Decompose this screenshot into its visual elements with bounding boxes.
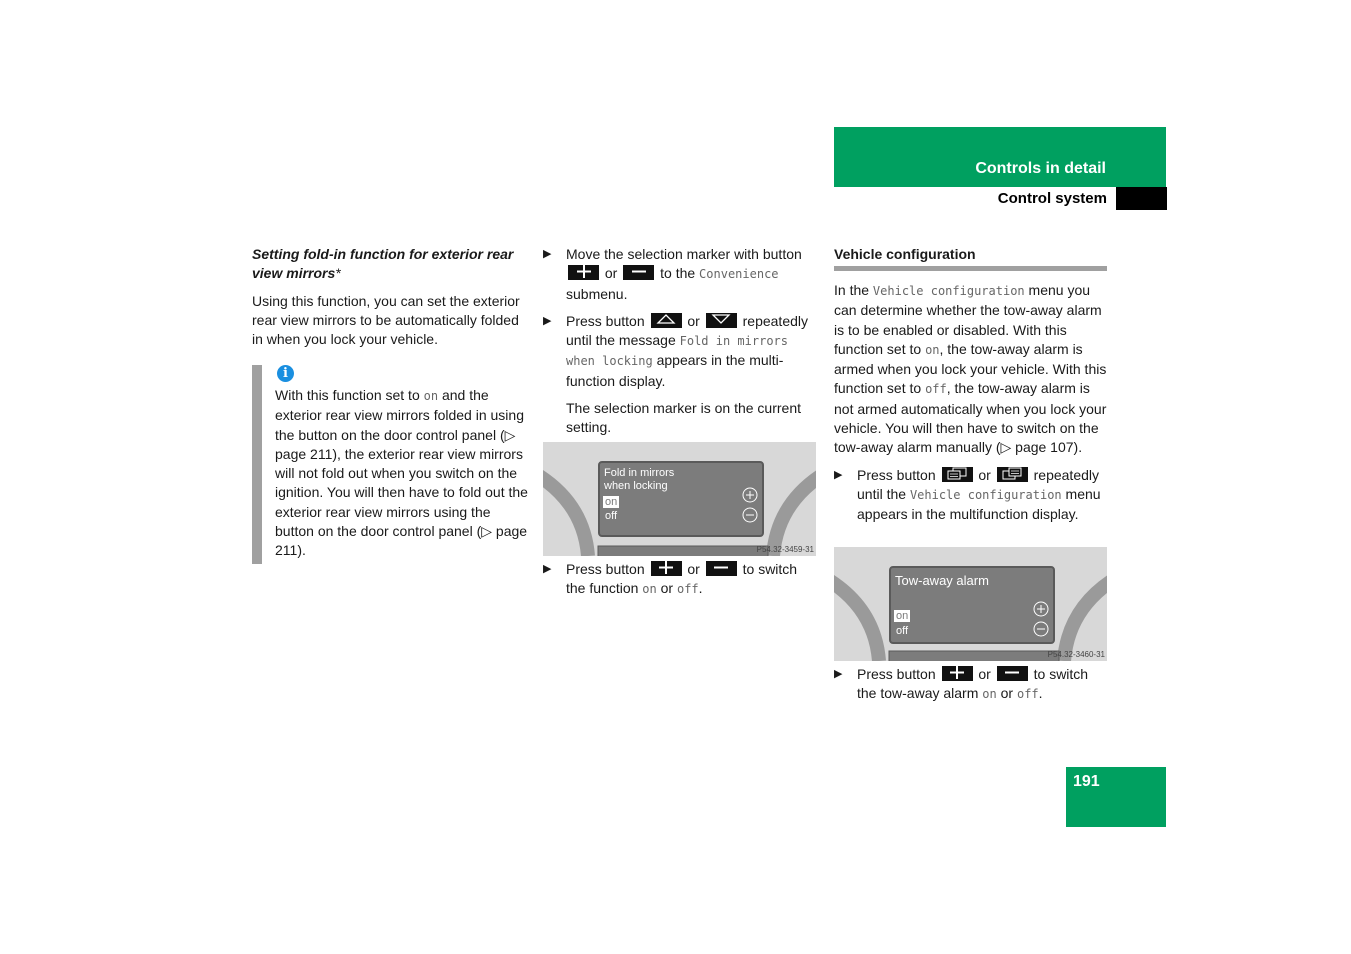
subsection-marker <box>1116 187 1167 210</box>
vehicle-config-paragraph: In the Vehicle configuration menu you ca… <box>834 282 1107 456</box>
left-column: Setting fold-in function for exterior re… <box>252 245 527 349</box>
down-button-icon <box>705 312 737 328</box>
subsection-title: Control system <box>997 190 1107 207</box>
display-line1: Fold in mirrors <box>604 467 675 479</box>
middle-step3: ▶ Press button or to switch the function… <box>543 560 816 600</box>
display-screen: Fold in mirrors when locking on off <box>598 461 764 537</box>
plus-minus-icons <box>1033 601 1049 637</box>
fold-in-heading: Setting fold-in function for exterior re… <box>252 246 514 282</box>
right-step2: ▶ Press button or to switch the tow-away… <box>834 665 1107 705</box>
figure-code: P54.32-3460-31 <box>1047 650 1105 659</box>
step-move-marker: ▶ Move the selection marker with button … <box>543 246 802 302</box>
step-press-updown: ▶ Press button or repeatedly until the m… <box>543 312 809 389</box>
minus-button-icon <box>996 666 1028 681</box>
option-off: off <box>605 510 618 522</box>
minus-button-icon <box>705 561 737 576</box>
display-forward-button-icon <box>996 466 1028 482</box>
step-press-display: ▶ Press button or repeatedly until the V… <box>834 466 1101 523</box>
info-note: i With this function set to on and the e… <box>252 365 528 564</box>
display-title: Tow-away alarm <box>895 573 989 588</box>
page-number: 191 <box>1073 773 1100 790</box>
figure-code: P54.32-3459-31 <box>756 545 814 554</box>
fold-in-intro: Using this function, you can set the ext… <box>252 292 520 348</box>
display-back-button-icon <box>941 466 973 482</box>
page-number-box: 191 <box>1066 767 1166 827</box>
option-on-selected: on <box>603 496 620 508</box>
step-result: The selection marker is on the current s… <box>566 400 801 436</box>
figure-fold-mirrors: Fold in mirrors when locking on off P54.… <box>543 442 816 556</box>
figure-tow-away: Tow-away alarm on off P54.32-3460-31 <box>834 547 1107 661</box>
heading-rule <box>834 266 1107 271</box>
option-on-selected: on <box>894 610 911 622</box>
plus-button-icon <box>941 666 973 681</box>
plus-button-icon <box>650 561 682 576</box>
minus-button-icon <box>623 265 655 281</box>
section-title: Controls in detail <box>975 160 1106 177</box>
section-header-bar: Controls in detail <box>834 127 1166 187</box>
up-button-icon <box>650 312 682 328</box>
note-text: With this function set to on and the ext… <box>275 387 528 559</box>
plus-minus-icons <box>742 487 758 523</box>
step-switch-alarm: ▶ Press button or to switch the tow-away… <box>834 666 1089 702</box>
vehicle-config-heading: Vehicle configuration <box>834 246 976 262</box>
plus-button-icon <box>568 265 599 281</box>
option-off: off <box>896 625 909 637</box>
step-switch-function: ▶ Press button or to switch the function… <box>543 561 798 597</box>
note-bar <box>252 365 262 564</box>
middle-column: ▶ Move the selection marker with button … <box>543 245 816 438</box>
bullet-icon: ▶ <box>543 563 552 575</box>
info-icon: i <box>277 365 294 382</box>
display-screen: Tow-away alarm on off <box>889 566 1055 644</box>
bullet-icon: ▶ <box>834 468 843 481</box>
bullet-icon: ▶ <box>543 314 552 327</box>
bullet-icon: ▶ <box>834 668 843 680</box>
bullet-icon: ▶ <box>543 248 552 260</box>
vehicle-config-text: In the Vehicle configuration menu you ca… <box>834 281 1107 525</box>
display-line2: when locking <box>604 480 668 492</box>
right-column: Vehicle configuration <box>834 245 1107 264</box>
